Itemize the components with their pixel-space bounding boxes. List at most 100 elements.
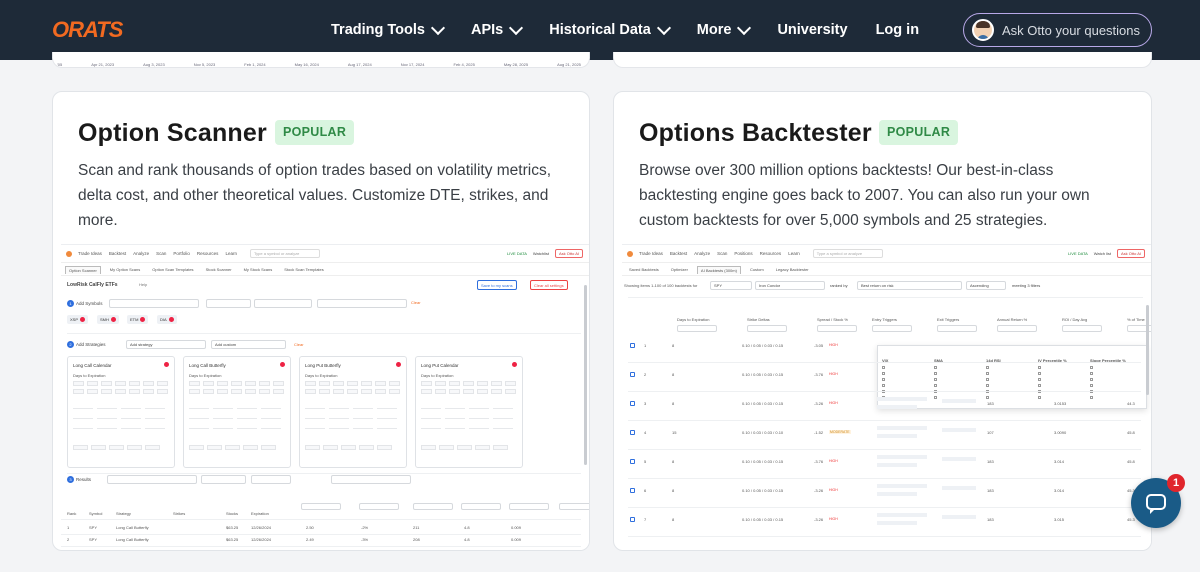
ask-otto-label: Ask Otto your questions xyxy=(1002,22,1141,38)
dte-cell xyxy=(435,389,446,394)
annual-return: 183 xyxy=(987,459,994,464)
row-spread: -3.26 xyxy=(814,401,824,406)
dte-cell xyxy=(333,389,344,394)
value-field xyxy=(145,412,165,419)
table-cell-v2: -3% xyxy=(361,537,369,542)
dte-cell xyxy=(463,381,474,386)
mini-tab: Option Scanner xyxy=(65,265,101,274)
dte-cell xyxy=(319,381,330,386)
strike-cell xyxy=(91,445,106,450)
mini-right-item: LIVE DATA xyxy=(507,251,527,256)
dte-cell xyxy=(115,381,126,386)
nav-item-label: Historical Data xyxy=(549,22,651,38)
value-field xyxy=(445,402,465,409)
dte-cell xyxy=(217,381,228,386)
value-field xyxy=(353,402,373,409)
options-backtester-screenshot: Trade Ideas Backtest Analyze Scan Positions R… xyxy=(622,244,1151,550)
strike-cell xyxy=(109,445,124,450)
column-filter xyxy=(747,325,787,332)
nav-item-apis[interactable]: APIs xyxy=(470,20,524,38)
dte-cell xyxy=(421,381,432,386)
entry-trigger-tag xyxy=(877,397,927,401)
row-spread: -1.52 xyxy=(814,430,824,435)
mini-nav-link: Resources xyxy=(196,251,219,256)
value-field xyxy=(97,422,117,429)
dte-cell xyxy=(217,389,228,394)
row-number: 7 xyxy=(644,517,647,522)
row-number: 5 xyxy=(644,459,647,464)
chart-x-ticks: '05 Apr 21, 2023 Aug 3, 2023 Nov 5, 2023 Feb… xyxy=(57,62,581,67)
remove-strategy-icon xyxy=(512,362,517,367)
column-header: Days to Expiration xyxy=(677,317,710,322)
column-filter xyxy=(997,325,1037,332)
strategy-box: Long Call Calendar Days to Expiration xyxy=(67,356,175,468)
table-cell-v3: 211 xyxy=(413,525,420,530)
dte-cell xyxy=(505,389,516,394)
nav-item-historical-data[interactable]: Historical Data xyxy=(549,20,671,38)
range-filter xyxy=(461,503,501,510)
value-field xyxy=(377,412,397,419)
risk-flag: HIGH xyxy=(829,459,838,463)
row-number: 4 xyxy=(644,430,647,435)
nav-item-trading-tools[interactable]: Trading Tools xyxy=(331,20,446,38)
nav-item-more[interactable]: More xyxy=(696,20,752,38)
nav-item-label: More xyxy=(696,22,732,38)
orats-logo[interactable]: ORATS xyxy=(52,17,132,41)
ask-otto-button[interactable]: Ask Otto your questions xyxy=(963,13,1152,47)
row-checkbox xyxy=(630,343,635,348)
dte-cell xyxy=(259,389,270,394)
chevron-down-icon xyxy=(430,20,446,36)
nav-item-university[interactable]: University xyxy=(777,22,847,38)
strike-cell xyxy=(243,445,258,450)
table-cell-v5: 0.009 xyxy=(511,525,522,530)
symbol-chip-label: ETM xyxy=(130,317,139,322)
mini-tabs: Option Scanner My Option Scans Option Scan… xyxy=(61,264,589,276)
annual-return: 183 xyxy=(987,517,994,522)
x-tick-label: Aug 21, 2025 xyxy=(557,62,581,67)
card-title: Option Scanner xyxy=(78,119,267,147)
dte-cell xyxy=(231,381,242,386)
options-backtester-card[interactable]: Options Backtester POPULAR Browse over 3… xyxy=(613,91,1152,551)
table-cell-v1: 2.50 xyxy=(306,525,314,530)
value-field xyxy=(213,422,233,429)
table-header: Rank xyxy=(67,511,77,516)
nav-item-label: APIs xyxy=(470,22,504,38)
value-field xyxy=(305,422,325,429)
column-header: Annual Return % xyxy=(997,317,1028,322)
strategy-select: Iron Condor xyxy=(755,281,825,290)
card-title: Options Backtester xyxy=(639,119,872,147)
strike-cell xyxy=(377,445,392,450)
strike-cell xyxy=(341,445,356,450)
value-field xyxy=(121,412,141,419)
entry-trigger-tag xyxy=(877,426,927,430)
value-field xyxy=(377,422,397,429)
option-scanner-card[interactable]: Option Scanner POPULAR Scan and rank tho… xyxy=(52,91,590,551)
divider xyxy=(67,473,581,474)
strategy-box: Long Call Butterfly Days to Expiration xyxy=(183,356,291,468)
value-field xyxy=(121,422,141,429)
row-divider xyxy=(61,546,581,547)
roi-day: 3.0090 xyxy=(1054,430,1067,435)
row-spread: -3.26 xyxy=(814,517,824,522)
dte-cell xyxy=(305,381,316,386)
chevron-down-icon xyxy=(737,20,752,36)
strategy-name: Long Put Calendar xyxy=(421,363,459,368)
dte-cell xyxy=(491,389,502,394)
scan-option-select-3 xyxy=(317,299,407,308)
mini-nav-link: Scan xyxy=(156,251,167,256)
row-divider xyxy=(61,534,581,535)
risk-flag: HIGH xyxy=(829,401,838,405)
mini-scrollbar xyxy=(1146,305,1149,395)
days-label: Days to Expiration xyxy=(305,373,338,378)
value-field xyxy=(353,412,373,419)
popular-badge: POPULAR xyxy=(879,120,959,145)
value-field xyxy=(469,402,489,409)
strike-cell xyxy=(493,445,508,450)
symbol-input xyxy=(109,299,199,308)
table-header: Symbol xyxy=(89,511,103,516)
value-field xyxy=(97,402,117,409)
range-filter xyxy=(301,503,341,510)
roi-day: 3.0153 xyxy=(1054,401,1067,406)
mini-right-item: Watchlist xyxy=(532,251,549,256)
nav-item-log-in[interactable]: Log in xyxy=(876,22,920,38)
